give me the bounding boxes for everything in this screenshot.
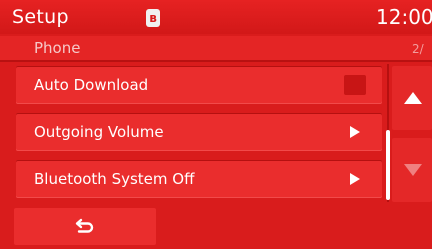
section-header: Phone 2/ [0, 36, 432, 60]
header-divider [0, 60, 432, 62]
triangle-down-icon [404, 164, 422, 176]
back-button[interactable] [14, 208, 156, 245]
menu-item-outgoing-volume[interactable]: Outgoing Volume [16, 113, 382, 151]
scrollbar-thumb[interactable] [386, 130, 390, 200]
scroll-up-button[interactable] [392, 66, 432, 130]
auto-download-checkbox[interactable] [344, 75, 366, 95]
section-title: Phone [34, 39, 81, 57]
scroll-down-button[interactable] [392, 138, 432, 202]
chevron-right-icon [350, 173, 360, 185]
menu-item-label: Outgoing Volume [34, 123, 164, 141]
triangle-up-icon [404, 92, 422, 104]
bluetooth-status-icon: ʙ [146, 9, 160, 27]
chevron-right-icon [350, 126, 360, 138]
page-title: Setup [12, 6, 69, 28]
menu-item-auto-download[interactable]: Auto Download [16, 66, 382, 104]
title-bar: Setup ʙ 12:00 [0, 0, 432, 34]
menu-item-label: Auto Download [34, 76, 149, 94]
page-indicator: 2/ [412, 42, 424, 56]
back-arrow-icon [75, 218, 94, 233]
menu-item-bluetooth-system-off[interactable]: Bluetooth System Off [16, 160, 382, 198]
clock: 12:00 [376, 5, 432, 29]
menu-item-label: Bluetooth System Off [34, 170, 195, 188]
